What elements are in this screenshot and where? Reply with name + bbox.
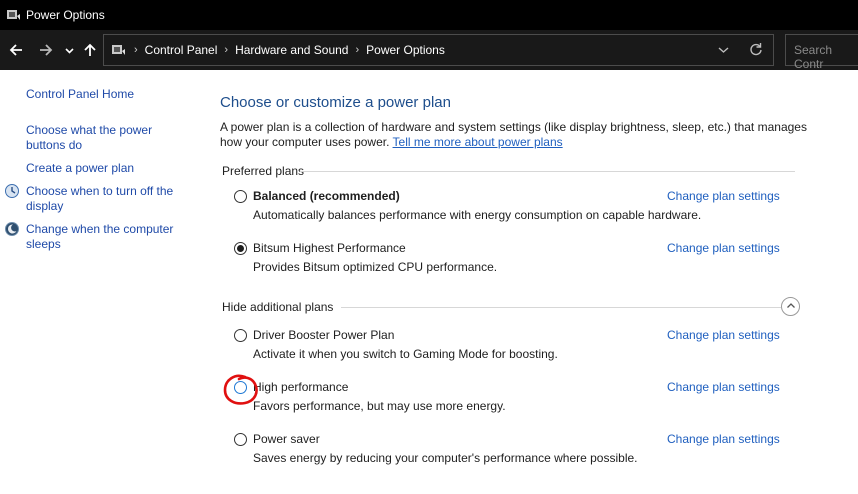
moon-icon	[4, 221, 22, 239]
refresh-icon[interactable]	[749, 42, 763, 59]
display-icon	[4, 183, 22, 201]
plan-description: Saves energy by reducing your computer's…	[253, 451, 638, 465]
sidebar-item-create-plan[interactable]: Create a power plan	[26, 161, 134, 176]
plan-description: Provides Bitsum optimized CPU performanc…	[253, 260, 498, 274]
plan-radio-bitsum[interactable]	[234, 242, 247, 255]
search-input[interactable]: Search Contr	[785, 34, 858, 71]
plan-name[interactable]: Driver Booster Power Plan	[253, 328, 394, 342]
change-plan-settings-link[interactable]: Change plan settings	[667, 189, 780, 203]
plan-name[interactable]: Bitsum Highest Performance	[253, 241, 406, 255]
change-plan-settings-link[interactable]: Change plan settings	[667, 241, 780, 255]
change-plan-settings-link[interactable]: Change plan settings	[667, 432, 780, 446]
address-bar[interactable]: › Control Panel › Hardware and Sound › P…	[103, 34, 774, 66]
chevron-down-icon[interactable]	[718, 44, 729, 58]
change-plan-settings-link[interactable]: Change plan settings	[667, 328, 780, 342]
hide-additional-plans-label[interactable]: Hide additional plans	[222, 300, 333, 314]
breadcrumb-power-options[interactable]: Power Options	[366, 43, 445, 57]
section-divider	[300, 171, 795, 172]
power-options-icon	[109, 41, 127, 59]
learn-more-link[interactable]: Tell me more about power plans	[393, 135, 563, 149]
plan-radio-balanced[interactable]	[234, 190, 247, 203]
preferred-plans-label: Preferred plans	[222, 164, 305, 178]
change-plan-settings-link[interactable]: Change plan settings	[667, 380, 780, 394]
chevron-up-icon	[786, 300, 796, 314]
plan-radio-power-saver[interactable]	[234, 433, 247, 446]
breadcrumb-hardware-and-sound[interactable]: Hardware and Sound	[235, 43, 348, 57]
sidebar-item-turn-off-display[interactable]: Choose when to turn off the display	[26, 184, 186, 214]
arrow-right-icon[interactable]	[36, 38, 56, 62]
control-panel-home-link[interactable]: Control Panel Home	[26, 87, 134, 102]
page-title: Choose or customize a power plan	[220, 94, 451, 111]
breadcrumb-separator[interactable]: ›	[224, 44, 228, 56]
window-title: Power Options	[26, 8, 105, 22]
plan-high-performance: High performance Favors performance, but…	[234, 380, 794, 420]
collapse-plans-button[interactable]	[781, 297, 800, 316]
plan-driver-booster: Driver Booster Power Plan Activate it wh…	[234, 328, 794, 368]
arrow-up-icon[interactable]	[81, 38, 99, 62]
plan-name[interactable]: Power saver	[253, 432, 320, 446]
sidebar-item-power-buttons[interactable]: Choose what the power buttons do	[26, 123, 176, 153]
section-divider	[341, 307, 781, 308]
arrow-left-icon[interactable]	[6, 38, 26, 62]
breadcrumb-control-panel[interactable]: Control Panel	[145, 43, 218, 57]
plan-balanced: Balanced (recommended) Automatically bal…	[234, 189, 794, 229]
plan-radio-driver-booster[interactable]	[234, 329, 247, 342]
power-options-icon	[5, 7, 21, 23]
plan-radio-high-performance[interactable]	[234, 381, 247, 394]
plan-bitsum: Bitsum Highest Performance Provides Bits…	[234, 241, 794, 281]
intro-paragraph: A power plan is a collection of hardware…	[220, 120, 810, 150]
chevron-down-icon[interactable]	[63, 38, 75, 62]
plan-name[interactable]: High performance	[253, 380, 348, 394]
breadcrumb-separator[interactable]: ›	[355, 44, 359, 56]
navigation-bar: › Control Panel › Hardware and Sound › P…	[0, 30, 858, 71]
plan-description: Automatically balances performance with …	[253, 208, 702, 222]
title-bar: Power Options	[0, 0, 858, 30]
plan-description: Favors performance, but may use more ene…	[253, 399, 506, 413]
plan-description: Activate it when you switch to Gaming Mo…	[253, 347, 558, 361]
breadcrumb-separator: ›	[134, 44, 138, 56]
plan-name[interactable]: Balanced (recommended)	[253, 189, 400, 203]
plan-power-saver: Power saver Saves energy by reducing you…	[234, 432, 794, 472]
main-content: Choose or customize a power plan A power…	[220, 70, 858, 494]
sidebar: Control Panel Home Choose what the power…	[0, 70, 200, 494]
sidebar-item-computer-sleeps[interactable]: Change when the computer sleeps	[26, 222, 186, 252]
